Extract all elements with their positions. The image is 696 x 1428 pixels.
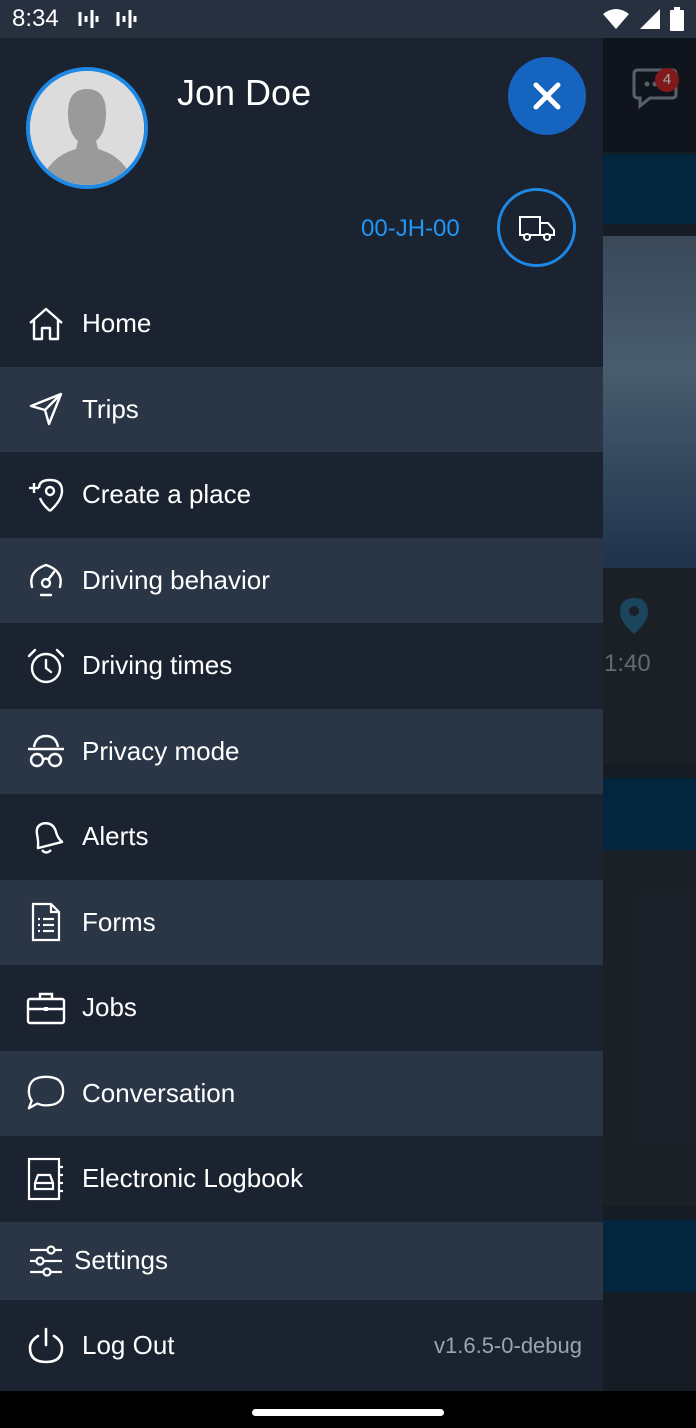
menu-item-label: Jobs — [82, 992, 137, 1023]
menu-item-settings[interactable]: Settings — [0, 1221, 603, 1300]
menu-item-log-out[interactable]: Log Out v1.6.5-0-debug — [0, 1300, 603, 1392]
menu-item-create-place[interactable]: Create a place — [0, 452, 603, 538]
drawer-menu: Home Trips Create a place Driving behavi… — [0, 281, 603, 1392]
app-version: v1.6.5-0-debug — [434, 1332, 582, 1358]
menu-item-label: Forms — [82, 906, 156, 937]
incognito-icon — [26, 731, 66, 771]
menu-item-jobs[interactable]: Jobs — [0, 965, 603, 1051]
close-drawer-button[interactable] — [508, 57, 586, 135]
wifi-icon — [603, 9, 629, 29]
waveform-icon — [116, 10, 137, 28]
notification-icons — [77, 8, 137, 30]
menu-item-conversation[interactable]: Conversation — [0, 1050, 603, 1136]
menu-item-trips[interactable]: Trips — [0, 366, 603, 452]
waveform-icon — [78, 10, 99, 28]
alarm-clock-icon — [26, 646, 66, 686]
menu-item-label: Trips — [82, 393, 139, 424]
menu-item-label: Driving times — [82, 650, 233, 681]
vehicle-id[interactable]: 00-JH-00 — [361, 215, 460, 243]
navigation-drawer: Jon Doe 00-JH-00 Home Trips Create a pla… — [0, 38, 603, 1391]
chat-bubble-icon — [26, 1073, 66, 1113]
menu-item-label: Privacy mode — [82, 735, 240, 766]
menu-item-label: Alerts — [82, 821, 149, 852]
status-bar: 8:34 — [0, 0, 696, 38]
menu-item-forms[interactable]: Forms — [0, 879, 603, 965]
menu-item-label: Settings — [74, 1245, 168, 1275]
home-icon — [26, 304, 66, 344]
menu-item-label: Create a place — [82, 479, 252, 510]
add-location-icon — [26, 475, 66, 515]
menu-item-electronic-logbook[interactable]: Electronic Logbook — [0, 1136, 603, 1222]
battery-icon — [670, 7, 684, 31]
person-silhouette-icon — [30, 71, 144, 185]
briefcase-icon — [26, 988, 66, 1028]
menu-item-label: Home — [82, 308, 152, 339]
close-icon — [533, 82, 561, 110]
document-icon — [26, 902, 66, 942]
sliders-icon — [26, 1241, 66, 1281]
power-icon — [26, 1326, 66, 1366]
logbook-icon — [26, 1157, 66, 1200]
menu-item-driving-behavior[interactable]: Driving behavior — [0, 537, 603, 623]
vehicle-button[interactable] — [497, 188, 576, 267]
system-icons — [602, 7, 684, 31]
menu-item-alerts[interactable]: Alerts — [0, 794, 603, 880]
menu-item-label: Electronic Logbook — [82, 1163, 304, 1194]
drawer-scrim[interactable] — [603, 38, 696, 1391]
menu-item-privacy-mode[interactable]: Privacy mode — [0, 708, 603, 794]
bell-icon — [26, 817, 66, 857]
signal-icon — [640, 9, 660, 29]
home-gesture-handle[interactable] — [252, 1409, 444, 1416]
user-name: Jon Doe — [177, 72, 312, 113]
send-icon — [26, 389, 66, 429]
menu-item-driving-times[interactable]: Driving times — [0, 623, 603, 709]
speedometer-icon — [26, 560, 66, 600]
menu-item-label: Log Out — [82, 1330, 175, 1360]
avatar[interactable] — [26, 67, 148, 189]
menu-item-home[interactable]: Home — [0, 281, 603, 367]
status-time: 8:34 — [12, 5, 59, 32]
menu-item-label: Conversation — [82, 1077, 236, 1108]
menu-item-label: Driving behavior — [82, 564, 270, 595]
profile-header: Jon Doe 00-JH-00 — [0, 38, 603, 281]
truck-icon — [518, 215, 555, 241]
